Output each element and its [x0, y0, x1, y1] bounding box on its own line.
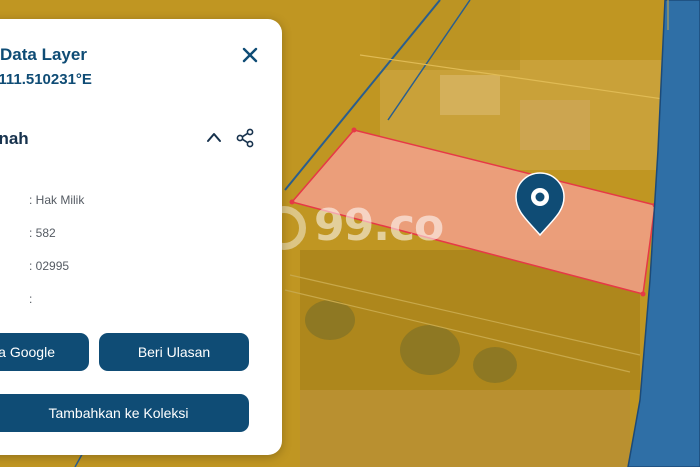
field-code: : 02995 — [29, 259, 70, 273]
watermark-logo: 99.co — [262, 200, 444, 251]
data-layer-panel: Data Layer , 111.510231°E anah : Hak Mil… — [0, 19, 282, 455]
share-icon — [236, 128, 254, 148]
field-hak: : Hak Milik — [29, 193, 85, 207]
collapse-button[interactable] — [206, 130, 222, 144]
share-button[interactable] — [235, 128, 255, 148]
panel-title: Data Layer — [0, 45, 87, 64]
review-button[interactable]: Beri Ulasan — [99, 333, 249, 371]
view-google-button[interactable]: a Google — [0, 333, 89, 371]
close-button[interactable] — [240, 45, 260, 65]
add-to-collection-button[interactable]: Tambahkan ke Koleksi — [0, 394, 249, 432]
field-empty: : — [29, 292, 33, 306]
field-number: : 582 — [29, 226, 56, 240]
close-icon — [242, 47, 258, 63]
chevron-up-icon — [207, 133, 221, 142]
section-title: anah — [0, 129, 29, 148]
panel-coordinates: , 111.510231°E — [0, 71, 92, 88]
